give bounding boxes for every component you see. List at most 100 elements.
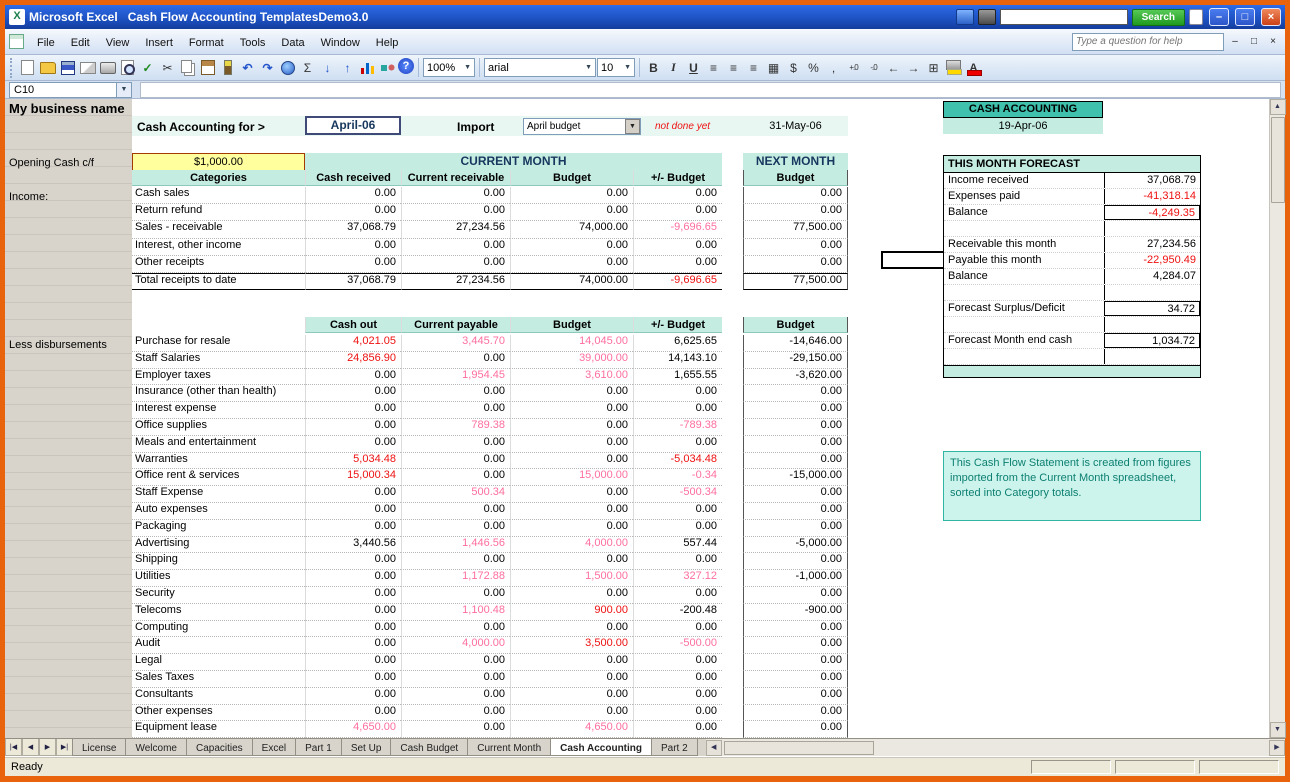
chart-wizard-icon[interactable] <box>358 58 377 77</box>
cell[interactable]: 0.00 <box>305 187 401 205</box>
cell-next-month[interactable]: -3,620.00 <box>743 368 848 386</box>
cell[interactable]: -200.48 <box>633 603 722 621</box>
percent-icon[interactable]: % <box>804 58 823 77</box>
cell[interactable]: 27,234.56 <box>401 272 510 291</box>
row-label[interactable]: Warranties <box>132 453 305 470</box>
decrease-indent-icon[interactable]: ← <box>884 58 903 77</box>
row-label[interactable]: Purchase for resale <box>132 335 305 352</box>
cell[interactable]: 0.00 <box>510 255 633 273</box>
cell[interactable]: 0.00 <box>633 519 722 537</box>
cell[interactable]: 0.00 <box>305 603 401 621</box>
cell[interactable]: 0.00 <box>633 586 722 604</box>
sheet-tab-current-month[interactable]: Current Month <box>467 739 552 756</box>
row-label[interactable]: Consultants <box>132 688 305 705</box>
row-label[interactable]: Audit <box>132 637 305 655</box>
scroll-left-icon[interactable]: ◀ <box>705 739 722 756</box>
sheet-tab-part-1[interactable]: Part 1 <box>295 739 342 756</box>
cell[interactable]: 0.00 <box>510 402 633 419</box>
forecast-value[interactable]: 34.72 <box>1104 301 1200 316</box>
borders-icon[interactable]: ⊞ <box>924 58 943 77</box>
import-dropdown[interactable]: April budget ▼ <box>523 118 641 135</box>
cell[interactable]: 0.00 <box>510 418 633 436</box>
formula-input[interactable] <box>140 81 1281 98</box>
cell-next-month[interactable]: 0.00 <box>743 204 848 222</box>
paste-icon[interactable] <box>198 58 217 77</box>
titlebar-search-input[interactable] <box>999 9 1128 25</box>
cell-next-month[interactable]: 0.00 <box>743 670 848 688</box>
cell[interactable]: 0.00 <box>305 486 401 503</box>
sheet-tab-excel[interactable]: Excel <box>251 739 297 756</box>
cell[interactable]: 4,000.00 <box>510 536 633 554</box>
row-label[interactable]: Staff Salaries <box>132 352 305 369</box>
cell[interactable]: 15,000.34 <box>305 469 401 487</box>
cell[interactable]: 0.00 <box>633 204 722 222</box>
tab-first-icon[interactable]: |◀ <box>5 739 22 756</box>
cell[interactable]: 0.00 <box>633 385 722 403</box>
cell-next-month[interactable]: -5,000.00 <box>743 536 848 554</box>
row-label[interactable]: Equipment lease <box>132 721 305 738</box>
menu-file[interactable]: File <box>29 33 63 53</box>
row-label[interactable]: Interest expense <box>132 402 305 419</box>
cell-next-month[interactable]: -15,000.00 <box>743 469 848 487</box>
increase-indent-icon[interactable]: → <box>904 58 923 77</box>
help-question-input[interactable] <box>1072 32 1224 51</box>
cell-next-month[interactable]: -900.00 <box>743 603 848 621</box>
forecast-value[interactable]: -22,950.49 <box>1104 253 1200 268</box>
cell[interactable]: 0.00 <box>510 502 633 520</box>
row-label[interactable]: Cash sales <box>132 187 305 205</box>
cell[interactable]: 0.00 <box>305 255 401 273</box>
cell[interactable]: -9,696.65 <box>633 221 722 239</box>
worksheet[interactable]: My business name Cash Accounting for > A… <box>5 99 1269 738</box>
cut-icon[interactable]: ✂ <box>158 58 177 77</box>
cell[interactable]: 0.00 <box>510 486 633 503</box>
cell[interactable]: 0.00 <box>633 620 722 638</box>
cell[interactable]: 14,143.10 <box>633 351 722 369</box>
cell[interactable]: 0.00 <box>633 721 722 738</box>
cell[interactable]: 0.00 <box>510 238 633 256</box>
cell-next-month[interactable]: 0.00 <box>743 187 848 205</box>
save-icon[interactable] <box>58 58 77 77</box>
scroll-up-icon[interactable]: ▲ <box>1269 99 1286 115</box>
menu-insert[interactable]: Insert <box>137 33 181 53</box>
format-painter-icon[interactable] <box>218 58 237 77</box>
cell[interactable]: 0.00 <box>633 654 722 671</box>
cell[interactable]: 0.00 <box>305 637 401 655</box>
cell[interactable]: 3,500.00 <box>510 637 633 655</box>
row-label[interactable]: Other expenses <box>132 705 305 722</box>
cell[interactable]: 0.00 <box>633 502 722 520</box>
cell[interactable]: 0.00 <box>401 704 510 722</box>
forecast-value[interactable]: 37,068.79 <box>1104 173 1200 188</box>
font-color-icon[interactable]: A <box>964 58 983 77</box>
cell[interactable]: 0.00 <box>305 385 401 403</box>
cell[interactable]: 3,610.00 <box>510 368 633 386</box>
row-label[interactable]: Insurance (other than health) <box>132 385 305 403</box>
row-label[interactable]: Telecoms <box>132 604 305 621</box>
cell-next-month[interactable]: 0.00 <box>743 721 848 738</box>
cell[interactable]: 0.00 <box>401 687 510 705</box>
cell[interactable]: 0.00 <box>510 385 633 403</box>
mail-icon[interactable] <box>78 58 97 77</box>
cell[interactable]: 0.00 <box>401 553 510 571</box>
cell[interactable]: 0.00 <box>510 187 633 205</box>
opening-cash-cell[interactable]: $1,000.00 <box>132 153 305 171</box>
tab-next-icon[interactable]: ▶ <box>39 739 56 756</box>
menu-help[interactable]: Help <box>368 33 407 53</box>
cell[interactable]: 74,000.00 <box>510 272 633 291</box>
cell[interactable]: 0.00 <box>510 670 633 688</box>
cell[interactable]: 0.00 <box>510 553 633 571</box>
row-label[interactable]: Employer taxes <box>132 369 305 386</box>
cell-next-month[interactable]: 0.00 <box>743 704 848 722</box>
cell[interactable]: 0.00 <box>305 204 401 222</box>
underline-icon[interactable]: U <box>684 58 703 77</box>
cell[interactable]: 0.00 <box>305 519 401 537</box>
cell[interactable]: 1,100.48 <box>401 603 510 621</box>
cell-next-month[interactable]: 0.00 <box>743 385 848 403</box>
cell-next-month[interactable]: 0.00 <box>743 418 848 436</box>
row-label[interactable]: Advertising <box>132 537 305 554</box>
menu-data[interactable]: Data <box>273 33 312 53</box>
cell[interactable]: 74,000.00 <box>510 221 633 239</box>
cell-next-month[interactable]: 0.00 <box>743 502 848 520</box>
row-label[interactable]: Packaging <box>132 520 305 537</box>
cell-next-month[interactable]: 0.00 <box>743 586 848 604</box>
align-center-icon[interactable]: ≡ <box>724 58 743 77</box>
